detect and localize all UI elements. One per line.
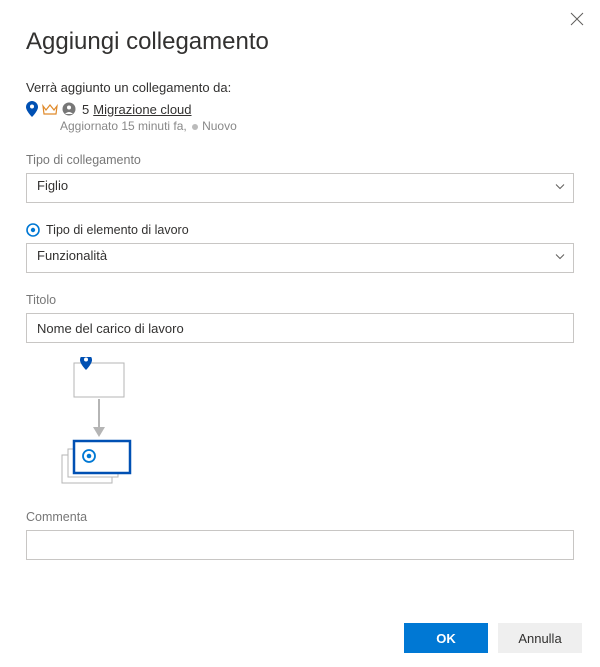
close-icon — [570, 12, 584, 26]
comment-label: Commenta — [26, 510, 574, 524]
dialog-title: Aggiungi collegamento — [26, 28, 574, 56]
crown-icon — [42, 103, 58, 115]
updated-text: Aggiornato 15 minuti fa, — [60, 119, 187, 133]
title-label: Titolo — [26, 293, 574, 307]
close-button[interactable] — [570, 12, 586, 28]
link-type-label: Tipo di collegamento — [26, 153, 574, 167]
add-link-dialog: Aggiungi collegamento Verrà aggiunto un … — [0, 0, 600, 667]
status-text: Nuovo — [202, 119, 237, 133]
work-item-type-label-row: Tipo di elemento di lavoro — [26, 223, 574, 237]
work-item-link[interactable]: Migrazione cloud — [93, 102, 191, 117]
relationship-diagram — [44, 357, 574, 490]
map-pin-icon — [26, 101, 38, 117]
dialog-footer: OK Annulla — [404, 623, 582, 653]
comment-input[interactable] — [26, 530, 574, 560]
source-meta: Aggiornato 15 minuti fa, Nuovo — [60, 119, 574, 133]
cancel-button[interactable]: Annulla — [498, 623, 582, 653]
work-item-id: 5 — [82, 102, 89, 117]
link-type-select[interactable]: Figlio — [26, 173, 574, 203]
work-item-type-select[interactable]: Funzionalità — [26, 243, 574, 273]
work-item-type-label: Tipo di elemento di lavoro — [46, 223, 189, 237]
source-work-item: 5 Migrazione cloud — [26, 101, 574, 117]
user-circle-icon — [62, 102, 76, 116]
status-dot-icon — [192, 124, 198, 130]
intro-text: Verrà aggiunto un collegamento da: — [26, 80, 574, 95]
title-input[interactable] — [26, 313, 574, 343]
target-circle-icon — [26, 223, 40, 237]
ok-button[interactable]: OK — [404, 623, 488, 653]
